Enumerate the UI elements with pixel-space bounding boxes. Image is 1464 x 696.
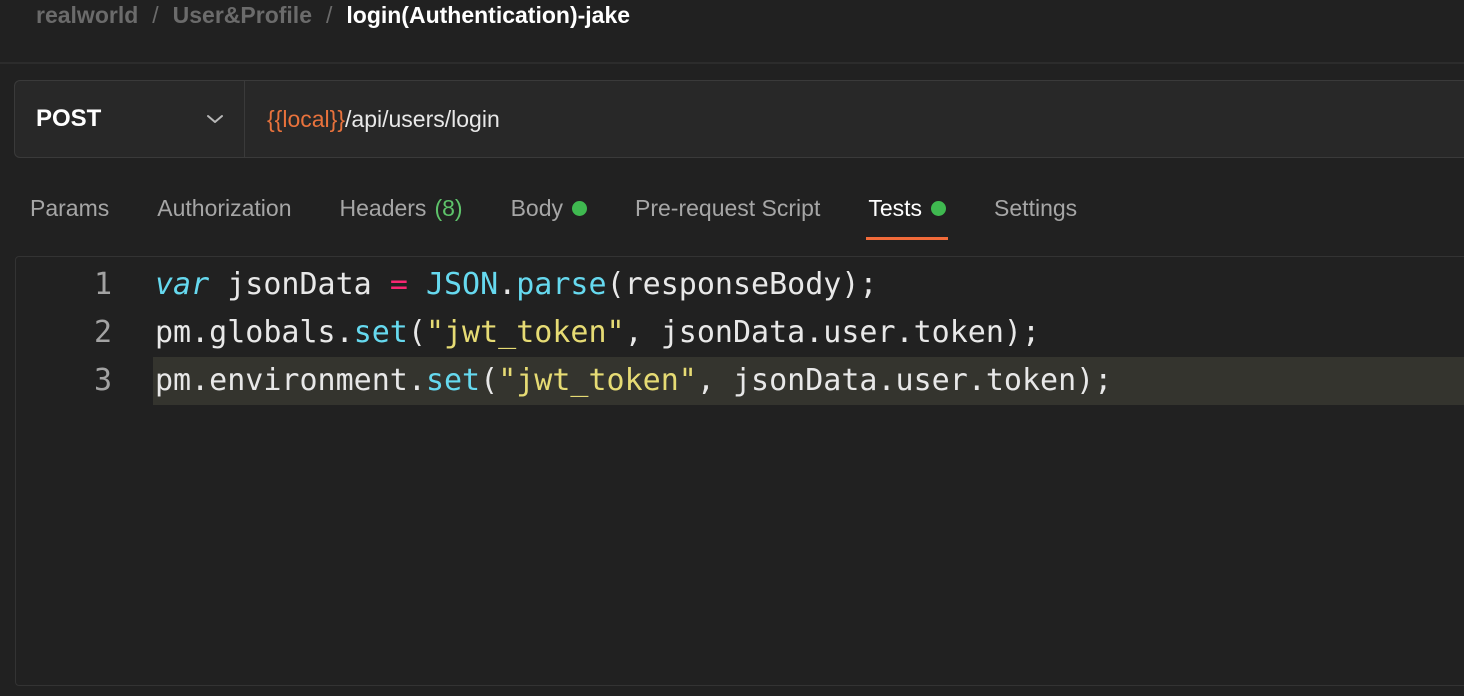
code-text: pm.environment.set("jwt_token", jsonData…	[153, 357, 1464, 405]
tab-label: Body	[510, 194, 563, 221]
code-token: set	[425, 363, 481, 398]
code-text: var jsonData = JSON.parse(responseBody);	[153, 261, 1464, 309]
tab-label: Tests	[868, 194, 923, 221]
line-number: 2	[93, 315, 112, 350]
url-input[interactable]: {{local}} /api/users/login	[245, 81, 1464, 157]
status-dot-icon	[572, 200, 587, 216]
line-number: 1	[93, 267, 112, 302]
tab-pre-request-script[interactable]: Pre-request Script	[635, 184, 820, 232]
code-token: pm.environment.	[155, 363, 426, 398]
code-token: parse	[516, 267, 607, 302]
method-select[interactable]: POST	[15, 81, 245, 157]
breadcrumb-item-collection[interactable]: realworld	[36, 2, 138, 29]
url-variable: {{local}}	[267, 105, 346, 132]
code-token: (	[480, 363, 499, 398]
breadcrumb-item-request[interactable]: login(Authentication)-jake	[346, 2, 630, 29]
code-token: , jsonData.user.token);	[624, 315, 1041, 350]
breadcrumb: realworld / User&Profile / login(Authent…	[36, 0, 630, 30]
request-url-bar: POST {{local}} /api/users/login	[14, 80, 1464, 158]
chevron-down-icon	[206, 113, 224, 125]
code-text: pm.globals.set("jwt_token", jsonData.use…	[153, 309, 1464, 357]
code-line: 1 var jsonData = JSON.parse(responseBody)…	[16, 261, 1464, 309]
tab-body[interactable]: Body	[511, 184, 587, 232]
code-token: "jwt_token"	[498, 363, 697, 398]
breadcrumb-item-folder[interactable]: User&Profile	[173, 2, 312, 29]
breadcrumb-separator: /	[152, 1, 159, 28]
code-token: "jwt_token"	[425, 315, 625, 350]
code-line: 2 pm.globals.set("jwt_token", jsonData.us…	[16, 309, 1464, 357]
tab-label: Settings	[994, 194, 1078, 221]
breadcrumb-separator: /	[325, 1, 333, 28]
tab-settings[interactable]: Settings	[994, 184, 1077, 232]
code-token: (	[407, 315, 426, 350]
request-tabs: Params Authorization Headers (8) Body Pr…	[30, 184, 1125, 240]
tab-label: Pre-request Script	[635, 194, 821, 221]
tab-label: Params	[30, 194, 110, 221]
code-token: =	[389, 267, 408, 302]
status-dot-icon	[931, 200, 947, 216]
tab-headers[interactable]: Headers (8)	[340, 184, 463, 232]
code-token: JSON	[425, 267, 499, 302]
url-path: /api/users/login	[345, 105, 500, 132]
code-line: 3 pm.environment.set("jwt_token", jsonDat…	[16, 357, 1464, 405]
code-token: set	[353, 315, 408, 350]
code-editor[interactable]: 1 var jsonData = JSON.parse(responseBody)…	[15, 256, 1464, 686]
headers-count: (8)	[434, 194, 463, 221]
code-token: (responseBody);	[606, 267, 878, 302]
code-token: var	[155, 267, 210, 302]
tab-authorization[interactable]: Authorization	[157, 184, 291, 232]
code-token: pm.globals.	[155, 315, 354, 350]
method-label: POST	[36, 105, 102, 132]
code-token: .	[498, 267, 517, 302]
line-number: 3	[93, 363, 112, 398]
tab-tests[interactable]: Tests	[866, 184, 948, 240]
divider	[0, 62, 1464, 64]
tab-label: Headers	[339, 194, 427, 221]
tab-params[interactable]: Params	[30, 184, 109, 232]
code-token: , jsonData.user.token);	[696, 363, 1113, 398]
tab-label: Authorization	[157, 194, 292, 221]
code-token: jsonData	[209, 267, 390, 302]
